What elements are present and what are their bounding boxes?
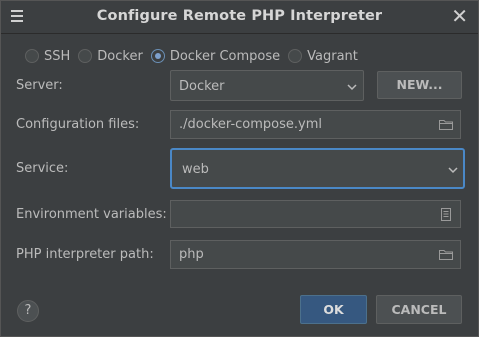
config-files-value: ./docker-compose.yml — [179, 117, 322, 132]
chevron-down-icon — [347, 84, 357, 91]
config-files-label: Configuration files: — [16, 117, 140, 132]
folder-icon[interactable] — [439, 249, 453, 260]
radio-vagrant[interactable]: Vagrant — [288, 49, 358, 64]
interpreter-type-radio-group: SSH Docker Docker Compose Vagrant — [25, 46, 366, 66]
php-path-field[interactable]: php — [170, 240, 461, 269]
radio-label: Docker — [97, 48, 143, 64]
ok-button[interactable]: OK — [300, 295, 367, 324]
service-label: Service: — [16, 161, 69, 176]
document-icon[interactable] — [441, 208, 451, 221]
server-value: Docker — [179, 79, 225, 94]
php-path-value: php — [179, 247, 204, 262]
radio-label: Vagrant — [307, 48, 358, 64]
radio-button-icon[interactable] — [288, 49, 303, 63]
new-server-button[interactable]: NEW... — [377, 71, 462, 99]
radio-docker[interactable]: Docker — [78, 49, 143, 64]
radio-button-icon[interactable] — [150, 49, 165, 63]
server-dropdown[interactable]: Docker — [170, 70, 364, 101]
radio-button-icon[interactable] — [78, 49, 93, 63]
chevron-down-icon — [448, 167, 458, 174]
php-path-label: PHP interpreter path: — [16, 247, 154, 262]
config-files-field[interactable]: ./docker-compose.yml — [170, 110, 461, 139]
folder-icon[interactable] — [439, 119, 453, 130]
dialog-window: Configure Remote PHP Interpreter ✕ SSH D… — [0, 0, 479, 337]
radio-label: Docker Compose — [169, 48, 281, 64]
radio-ssh[interactable]: SSH — [25, 49, 70, 64]
server-label: Server: — [16, 78, 63, 93]
close-icon[interactable]: ✕ — [451, 6, 468, 26]
service-value: web — [182, 162, 209, 177]
radio-button-icon[interactable] — [25, 49, 39, 63]
radio-docker-compose[interactable]: Docker Compose — [150, 48, 281, 64]
service-dropdown[interactable]: web — [170, 148, 465, 189]
radio-label: SSH — [44, 48, 71, 64]
dialog-title: Configure Remote PHP Interpreter — [96, 8, 383, 24]
help-icon[interactable]: ? — [17, 300, 39, 322]
env-vars-field[interactable] — [170, 200, 461, 228]
title-bar: Configure Remote PHP Interpreter ✕ — [1, 1, 478, 34]
env-vars-label: Environment variables: — [16, 207, 167, 222]
cancel-button[interactable]: CANCEL — [376, 295, 462, 324]
